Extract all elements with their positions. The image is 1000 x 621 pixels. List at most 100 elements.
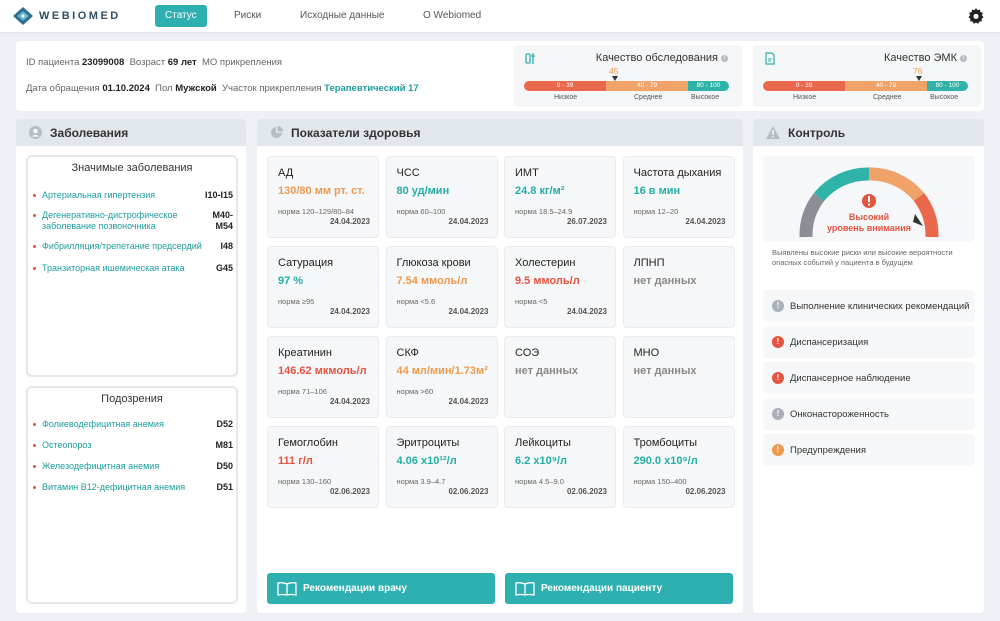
indicator-name: МНО (633, 347, 660, 359)
indicator-tile[interactable]: Лейкоциты 6.2 x10⁹/л норма 4.5–9.0 02.06.20… (504, 426, 616, 508)
indicator-date: 02.06.2023 (685, 487, 726, 496)
indicator-tile[interactable]: Креатинин 146.62 мкмоль/л норма 71–106 24.0… (267, 336, 379, 418)
patient-area: Терапевтический 17 (324, 83, 419, 94)
indicator-tile[interactable]: Глюкоза крови 7.54 ммоль/л норма <5.6 24.04… (385, 246, 498, 328)
health-indicators-panel: Показатели здоровья АД 130/80 мм рт. ст. н… (257, 119, 743, 613)
user-icon (29, 126, 42, 139)
top-navigation-bar: WEBIOMED Статус Риски Исходные данные О … (0, 0, 1000, 33)
control-item-label: Диспансерное наблюдение (790, 372, 911, 384)
control-item[interactable]: ! Онконастороженность (763, 398, 975, 430)
indicator-date: 24.04.2023 (329, 217, 370, 226)
patient-age: 69 лет (167, 57, 197, 68)
indicator-name: АД (278, 167, 294, 179)
indicator-norm: норма 12–20 (633, 207, 679, 216)
control-item-label: Онконастороженность (790, 408, 889, 420)
indicator-name: Сатурация (278, 257, 334, 269)
scale-medium: 40 - 79 (606, 81, 688, 91)
indicator-tile[interactable]: СОЭ нет данных (504, 336, 616, 418)
indicator-tile[interactable]: ИМТ 24.8 кг/м² норма 18.5–24.9 26.07.2023 (504, 156, 616, 238)
control-item[interactable]: ! Предупреждения (763, 434, 975, 466)
indicator-tile[interactable]: Гемоглобин 111 г/л норма 130–160 02.06.2023 (267, 426, 379, 508)
indicator-norm: норма 3.9–4.7 (396, 477, 446, 486)
indicator-tile[interactable]: Холестерин 9.5 ммоль/л норма <5 24.04.2023 (504, 246, 616, 328)
document-icon (765, 52, 775, 65)
indicator-date: 02.06.2023 (329, 487, 370, 496)
indicator-date: 24.04.2023 (448, 307, 489, 316)
health-header: Показатели здоровья (257, 119, 743, 146)
indicator-value: 130/80 мм рт. ст. (278, 185, 365, 197)
indicator-name: Тромбоциты (633, 437, 698, 449)
exam-quality-widget: Качество обследования i 45 0 - 39 40 - 79… (514, 45, 742, 107)
indicator-tile[interactable]: АД 130/80 мм рт. ст. норма 120–129/80–84 24… (267, 156, 379, 238)
indicator-tile[interactable]: Эритроциты 4.06 x10¹²/л норма 3.9–4.7 02.06… (385, 426, 498, 508)
diseases-header: Заболевания (16, 119, 246, 146)
nav-tab-status[interactable]: Статус (155, 5, 207, 27)
indicator-norm: норма 150–400 (633, 477, 687, 486)
indicator-tile[interactable]: СКФ 44 мл/мин/1.73м² норма >60 24.04.2023 (385, 336, 498, 418)
indicator-value: 4.06 x10¹²/л (396, 455, 457, 467)
scale-high-label: Высокое (930, 94, 959, 101)
indicator-name: ЛПНП (633, 257, 665, 269)
patient-info-card: ID пациента 23099008 Возраст 69 лет МО п… (16, 41, 984, 111)
indicator-date: 24.04.2023 (329, 397, 370, 406)
significant-diseases-box: Значимые заболевания Артериальная гиперт… (26, 155, 238, 377)
indicator-value: 80 уд/мин (396, 185, 450, 197)
significant-diseases-title: Значимые заболевания (71, 162, 193, 174)
info-icon[interactable]: i (960, 54, 967, 62)
logo-text: WEBIOMED (39, 10, 121, 22)
indicator-value: нет данных (515, 365, 578, 377)
indicator-name: Холестерин (515, 257, 576, 269)
indicator-value: 16 в мин (633, 185, 681, 197)
control-item-label: Предупреждения (790, 444, 866, 456)
attention-level-line1: Высокий (848, 212, 890, 222)
control-item[interactable]: ! Диспансерное наблюдение (763, 362, 975, 394)
nav-tab-about[interactable]: О Webiomed (413, 5, 491, 27)
indicator-norm: норма ≥95 (278, 297, 315, 306)
indicator-name: ИМТ (515, 167, 539, 179)
patient-line-1: ID пациента 23099008 Возраст 69 лет МО п… (26, 57, 282, 68)
settings-gear-icon[interactable] (968, 8, 984, 24)
attention-level-line2: уровень внимания (826, 223, 912, 233)
indicator-tile[interactable]: Частота дыхания 16 в мин норма 12–20 24.04.… (622, 156, 735, 238)
indicator-tile[interactable]: МНО нет данных (622, 336, 735, 418)
pie-chart-icon (271, 126, 283, 138)
scale-low-label: Низкое (793, 94, 817, 101)
age-label: Возраст (129, 57, 166, 68)
indicator-norm: норма 4.5–9.0 (515, 477, 564, 486)
attention-gauge: Высокий уровень внимания (763, 156, 975, 242)
indicator-date: 26.07.2023 (566, 217, 607, 226)
indicator-value: нет данных (633, 365, 697, 377)
indicator-date: 02.06.2023 (448, 487, 489, 496)
control-item-label: Диспансеризация (790, 336, 869, 348)
indicator-name: СОЭ (515, 347, 540, 359)
patient-recommendations-button[interactable]: Рекомендации пациенту (505, 573, 733, 604)
indicator-name: Частота дыхания (633, 167, 722, 179)
indicator-name: Эритроциты (396, 437, 460, 449)
indicator-value: нет данных (633, 275, 697, 287)
indicator-value: 7.54 ммоль/л (396, 275, 468, 287)
doctor-recommendations-button[interactable]: Рекомендации врачу (267, 573, 495, 604)
status-alert-icon: ! (772, 372, 784, 384)
indicator-value: 146.62 мкмоль/л (278, 365, 367, 377)
attention-note: Выявлены высокие риски или высокие вероя… (772, 248, 953, 267)
control-item[interactable]: ! Выполнение клинических рекомендаций (763, 290, 975, 322)
info-icon[interactable]: i (721, 54, 728, 62)
scale-high-label: Высокое (691, 94, 720, 101)
nav-tab-source-data[interactable]: Исходные данные (290, 5, 395, 27)
indicator-norm: норма 120–129/80–84 (278, 207, 355, 216)
indicator-norm: норма 71–106 (278, 387, 327, 396)
indicator-tile[interactable]: Тромбоциты 290.0 x10⁹/л норма 150–400 02.06… (622, 426, 735, 508)
webiomed-logo[interactable]: WEBIOMED (12, 6, 121, 26)
indicator-tile[interactable]: ЧСС 80 уд/мин норма 60–100 24.04.2023 (385, 156, 498, 238)
indicator-tile[interactable]: ЛПНП нет данных (622, 246, 735, 328)
indicator-tile[interactable]: Сатурация 97 % норма ≥95 24.04.2023 (267, 246, 379, 328)
scale-low: 0 - 39 (524, 81, 606, 91)
patient-id-label: ID пациента (26, 57, 80, 68)
suspicions-title: Подозрения (101, 393, 163, 405)
indicator-date: 24.04.2023 (448, 217, 489, 226)
control-item[interactable]: ! Диспансеризация (763, 326, 975, 358)
visit-date-label: Дата обращения (26, 83, 100, 94)
nav-tab-risks[interactable]: Риски (224, 5, 271, 27)
indicator-value: 6.2 x10⁹/л (515, 455, 567, 467)
emk-quality-scale: 0 - 39 40 - 79 80 - 100 (763, 81, 968, 91)
